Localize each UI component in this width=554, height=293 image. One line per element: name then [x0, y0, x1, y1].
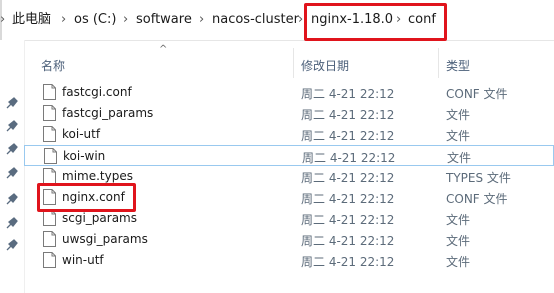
file-type: CONF 文件	[446, 192, 508, 206]
file-icon	[43, 168, 56, 184]
file-date: 周二 4-21 22:12	[302, 151, 396, 165]
file-name: koi-utf	[62, 127, 101, 141]
file-name: mime.types	[62, 169, 133, 183]
file-name: fastcgi.conf	[62, 85, 132, 99]
pin-icon[interactable]	[6, 193, 18, 205]
breadcrumb-separator: ›	[298, 12, 304, 27]
file-name: fastcgi_params	[62, 106, 154, 120]
file-type: CONF 文件	[446, 87, 508, 101]
file-row[interactable]: uwsgi_params 周二 4-21 22:12 文件	[24, 229, 554, 250]
file-icon	[43, 84, 56, 100]
column-header-date[interactable]: 修改日期	[301, 57, 349, 74]
file-icon	[43, 231, 56, 247]
file-date: 周二 4-21 22:12	[301, 171, 395, 185]
file-row[interactable]: fastcgi_params 周二 4-21 22:12 文件	[24, 103, 554, 124]
file-date: 周二 4-21 22:12	[301, 213, 395, 227]
file-type: 文件	[446, 213, 471, 227]
file-date: 周二 4-21 22:12	[301, 192, 395, 206]
file-name: scgi_params	[62, 211, 137, 225]
file-icon	[43, 252, 56, 268]
file-type: 文件	[447, 151, 472, 165]
file-type: 文件	[446, 129, 471, 143]
highlight-box-breadcrumb	[304, 3, 447, 41]
file-date: 周二 4-21 22:12	[301, 87, 395, 101]
file-type: 文件	[446, 108, 471, 122]
file-name: koi-win	[63, 149, 106, 163]
column-header-row	[24, 40, 554, 74]
address-bar[interactable]: › 此电脑 › os (C:) › software › nacos-clust…	[0, 0, 554, 41]
file-date: 周二 4-21 22:12	[301, 108, 395, 122]
file-type: 文件	[446, 255, 471, 269]
breadcrumb-software[interactable]: software	[136, 0, 192, 40]
file-icon	[44, 148, 57, 164]
pin-icon[interactable]	[6, 239, 18, 251]
breadcrumb-separator: ›	[123, 12, 129, 27]
file-name: win-utf	[62, 253, 104, 267]
file-row-selected[interactable]: koi-win 周二 4-21 22:12 文件	[24, 145, 554, 166]
file-row[interactable]: fastcgi.conf 周二 4-21 22:12 CONF 文件	[24, 82, 554, 103]
column-divider[interactable]	[293, 48, 294, 78]
file-date: 周二 4-21 22:12	[301, 255, 395, 269]
file-type: TYPES 文件	[446, 171, 511, 185]
pin-icon[interactable]	[6, 97, 18, 109]
sort-ascending-icon: ^	[159, 44, 168, 55]
file-icon	[43, 105, 56, 121]
pin-icon[interactable]	[6, 143, 18, 155]
breadcrumb-drive-c[interactable]: os (C:)	[74, 0, 116, 40]
file-row[interactable]: koi-utf 周二 4-21 22:12 文件	[24, 124, 554, 145]
file-type: 文件	[446, 234, 471, 248]
breadcrumb-this-pc[interactable]: 此电脑	[12, 0, 51, 40]
pin-icon[interactable]	[6, 217, 18, 229]
file-name: uwsgi_params	[62, 232, 148, 246]
column-header-name[interactable]: 名称	[41, 57, 65, 74]
breadcrumb-separator: ›	[61, 12, 67, 27]
pin-icon[interactable]	[6, 120, 18, 132]
file-icon	[43, 210, 56, 226]
file-date: 周二 4-21 22:12	[301, 129, 395, 143]
highlight-box-nginx-conf	[37, 183, 136, 212]
file-row[interactable]: win-utf 周二 4-21 22:12 文件	[24, 250, 554, 271]
breadcrumb-nacos-cluster[interactable]: nacos-cluster	[212, 0, 299, 40]
file-date: 周二 4-21 22:12	[301, 234, 395, 248]
column-header-type[interactable]: 类型	[446, 57, 470, 74]
pin-icon[interactable]	[6, 167, 18, 179]
file-icon	[43, 126, 56, 142]
breadcrumb-separator: ›	[0, 12, 6, 27]
column-divider[interactable]	[438, 48, 439, 78]
quick-access-strip	[0, 40, 25, 293]
breadcrumb-separator: ›	[199, 12, 205, 27]
